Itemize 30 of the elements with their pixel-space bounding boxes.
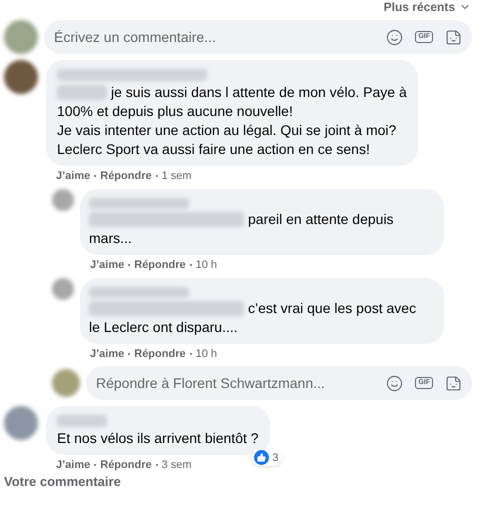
like-icon <box>254 450 270 465</box>
like-link[interactable]: J’aime <box>56 169 90 183</box>
comment-text: 100% et depuis plus aucune nouvelle! Je vais intenter une action au légal. Qui se joint à moi? Leclerc Sport va aussi faire une action en ce sens! <box>57 102 398 159</box>
timestamp[interactable]: 3 sem <box>162 458 192 472</box>
like-link[interactable]: J’aime <box>90 258 124 272</box>
sort-label[interactable]: Plus récents <box>384 0 455 14</box>
comment-text: Et nos vélos ils arrivent bientôt ? <box>57 429 259 448</box>
reaction-count[interactable]: 3 <box>251 449 282 466</box>
reply-link[interactable]: Répondre <box>134 258 186 272</box>
smiley-icon[interactable] <box>386 374 404 392</box>
reply-link[interactable]: Répondre <box>100 458 152 472</box>
timestamp[interactable]: 10 h <box>196 347 218 361</box>
reply-text: mars... <box>89 229 133 248</box>
reply-text: c’est vrai que les post avec <box>248 299 416 318</box>
like-link[interactable]: J’aime <box>90 347 124 361</box>
comment-text: je suis aussi dans l attente de mon vélo. Paye à <box>111 83 407 102</box>
blurred-name <box>57 415 107 427</box>
footer-label: Votre commentaire <box>4 474 122 490</box>
timestamp[interactable]: 10 h <box>196 258 218 272</box>
timestamp[interactable]: 1 sem <box>162 169 192 183</box>
reply-link[interactable]: Répondre <box>134 347 186 361</box>
sticker-icon[interactable] <box>445 374 462 392</box>
reply-text: le Leclerc ont disparu.... <box>89 318 239 337</box>
reply-link[interactable]: Répondre <box>100 169 152 183</box>
like-link[interactable]: J’aime <box>56 458 90 472</box>
avatar[interactable] <box>4 406 38 440</box>
avatar[interactable] <box>4 60 38 94</box>
sticker-icon[interactable] <box>445 28 462 46</box>
smiley-icon[interactable] <box>386 28 404 46</box>
reply-text: pareil en attente depuis <box>248 210 394 229</box>
